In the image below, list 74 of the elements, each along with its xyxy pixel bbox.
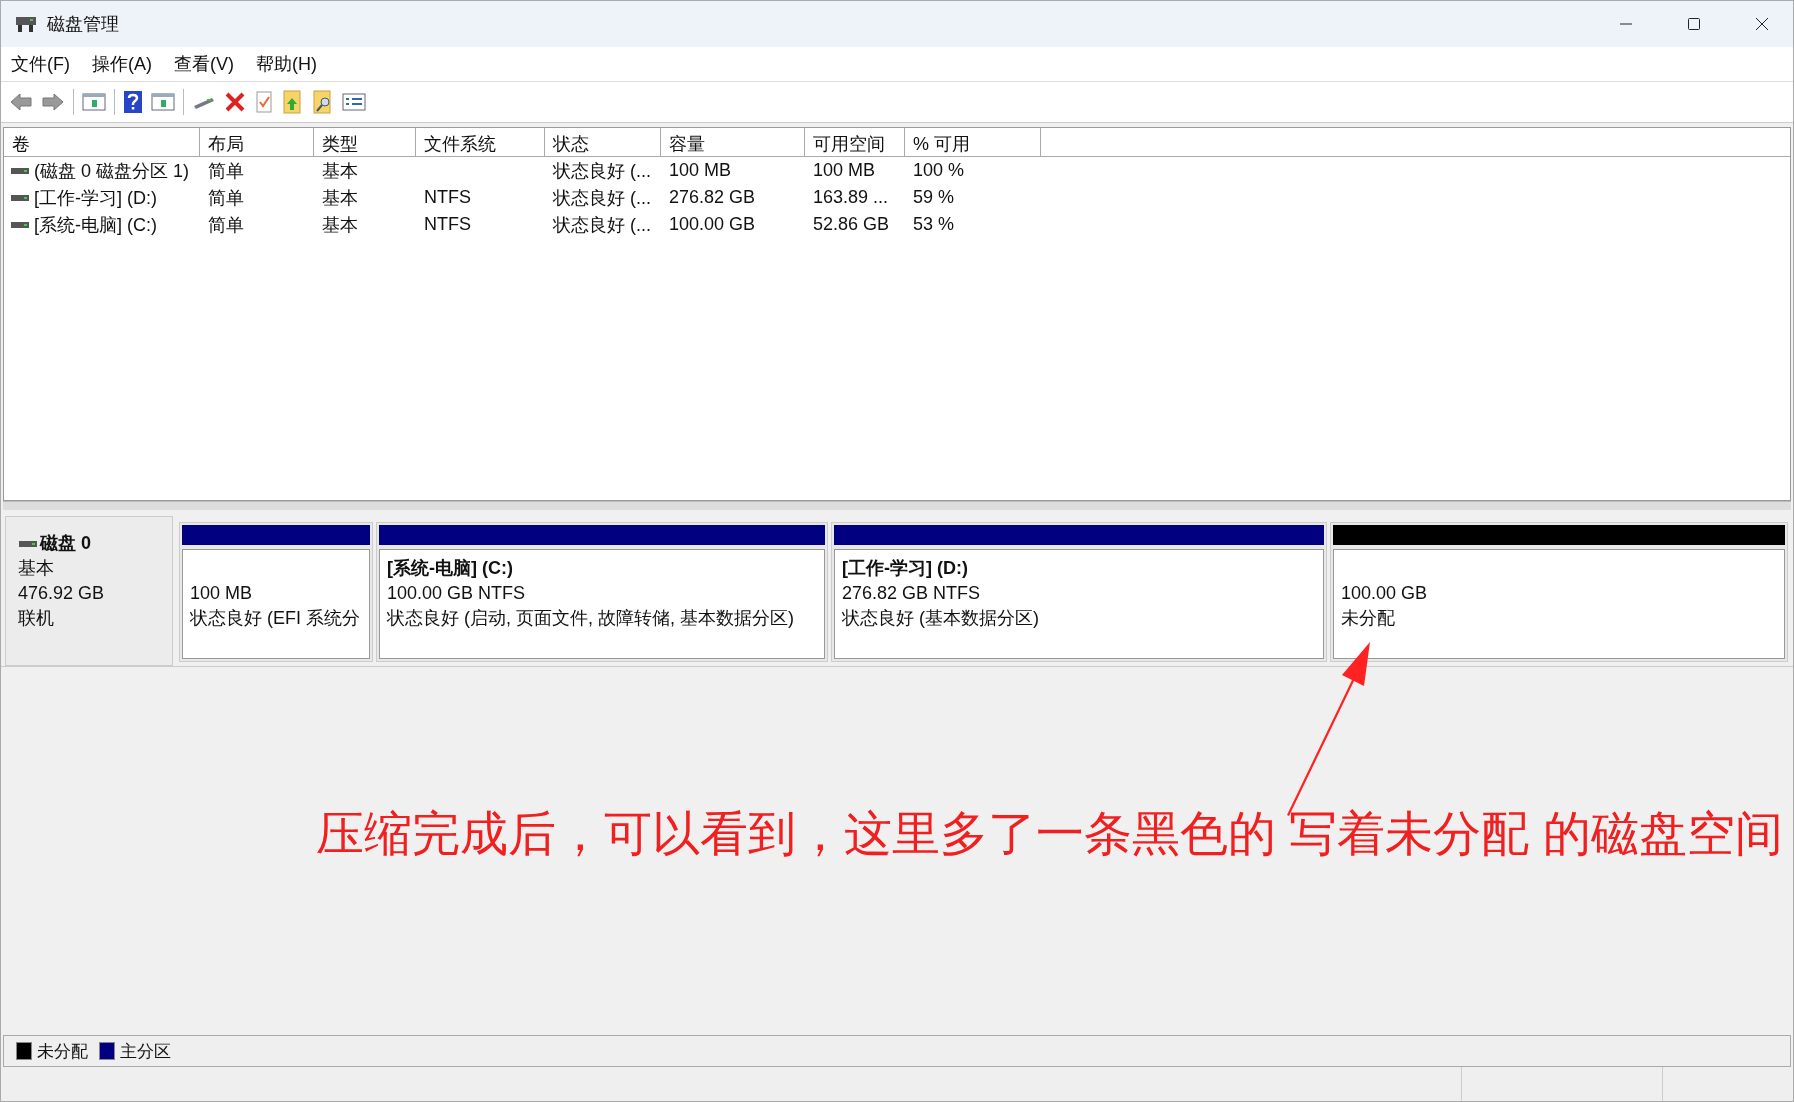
volume-icon	[10, 165, 30, 176]
partition-size: 276.82 GB NTFS	[842, 582, 982, 605]
column-header[interactable]: 容量	[661, 128, 805, 156]
maximize-icon[interactable]	[1687, 17, 1701, 31]
table-cell-text: 简单	[208, 186, 244, 210]
partition-box[interactable]: 100.00 GB 未分配	[1333, 549, 1785, 659]
disk-size: 476.92 GB	[18, 582, 106, 605]
table-cell-text: 基本	[322, 159, 358, 183]
partition-name: [系统-电脑] (C:)	[387, 557, 514, 580]
volume-icon	[10, 192, 30, 203]
disk-status: 联机	[18, 607, 55, 630]
table-cell: 100 MB	[669, 160, 732, 181]
folder-up-icon[interactable]	[282, 90, 304, 114]
column-header[interactable]: 布局	[200, 128, 314, 156]
partition-size: 100.00 GB	[1341, 582, 1429, 605]
disk-type: 基本	[18, 557, 55, 580]
table-cell-text: 基本	[322, 186, 358, 210]
partition-status: 状态良好 (基本数据分区)	[842, 607, 1040, 630]
table-cell: 59 %	[913, 187, 955, 208]
table-cell: 276.82 GB	[669, 187, 756, 208]
partition-status: 状态良好 (启动, 页面文件, 故障转储, 基本数据分区)	[387, 607, 795, 630]
table-cell: NTFS	[424, 187, 471, 208]
partition-status: 状态良好 (EFI 系统分	[190, 607, 361, 630]
table-cell-text: 状态良好 (...	[553, 186, 651, 210]
table-cell[interactable]: [工作-学习] (D:)	[34, 185, 157, 210]
table-cell: 53 %	[913, 214, 955, 235]
annotation-text: 压缩完成后，可以看到，这里多了一条黑色的 写着未分配 的磁盘空间	[316, 806, 1783, 862]
partition-box[interactable]: [工作-学习] (D:) 276.82 GB NTFS 状态良好 (基本数据分区)	[834, 549, 1324, 659]
menu-item[interactable]: 操作(A)	[92, 52, 152, 76]
document-check-icon[interactable]	[254, 91, 274, 113]
forward-arrow-icon[interactable]	[41, 92, 65, 112]
panel-icon[interactable]	[151, 92, 175, 112]
disk-name: 磁盘 0	[40, 532, 91, 555]
disk-management-icon	[15, 15, 37, 33]
column-header[interactable]: 类型	[314, 128, 416, 156]
partition-status: 未分配	[1341, 607, 1396, 630]
panel-icon[interactable]	[82, 92, 106, 112]
table-cell: 100.00 GB	[669, 214, 756, 235]
folder-search-icon[interactable]	[312, 90, 334, 114]
table-cell: NTFS	[424, 214, 471, 235]
table-cell: 163.89 ...	[813, 187, 889, 208]
menu-item[interactable]: 帮助(H)	[256, 52, 317, 76]
table-cell-text: 简单	[208, 213, 244, 237]
partition-size: 100.00 GB NTFS	[387, 582, 527, 605]
volume-icon	[10, 219, 30, 230]
table-cell-text: 基本	[322, 213, 358, 237]
table-cell-text: 状态良好 (...	[553, 213, 651, 237]
window-title: 磁盘管理	[47, 13, 119, 36]
column-header[interactable]: % 可用	[905, 128, 1041, 156]
partition-name: [工作-学习] (D:)	[842, 557, 969, 580]
table-cell[interactable]: (磁盘 0 磁盘分区 1)	[34, 158, 189, 183]
table-cell: 100 MB	[813, 160, 876, 181]
help-icon[interactable]	[123, 90, 143, 114]
column-header[interactable]: 卷	[4, 128, 200, 156]
partition-size: 100 MB	[190, 582, 254, 605]
partition-box[interactable]: 100 MB 状态良好 (EFI 系统分	[182, 549, 370, 659]
table-cell: 100 %	[913, 160, 965, 181]
column-header[interactable]: 状态	[545, 128, 661, 156]
legend-label: 未分配	[37, 1040, 88, 1063]
close-icon[interactable]	[1755, 17, 1769, 31]
column-header[interactable]: 可用空间	[805, 128, 905, 156]
table-cell-text: 状态良好 (...	[553, 159, 651, 183]
menu-item[interactable]: 查看(V)	[174, 52, 234, 76]
table-cell-text: 简单	[208, 159, 244, 183]
column-header[interactable]: 文件系统	[416, 128, 545, 156]
partition-box[interactable]: [系统-电脑] (C:) 100.00 GB NTFS 状态良好 (启动, 页面文件, 故障转储, 基本数据分区)	[379, 549, 825, 659]
legend-label: 主分区	[120, 1040, 171, 1063]
disk-info-panel[interactable]: 磁盘 0 基本 476.92 GB 联机	[5, 516, 173, 666]
checklist-icon[interactable]	[342, 92, 366, 112]
delete-icon[interactable]	[224, 91, 246, 113]
table-cell: 52.86 GB	[813, 214, 890, 235]
menu-item[interactable]: 文件(F)	[11, 52, 70, 76]
back-arrow-icon[interactable]	[9, 92, 33, 112]
table-cell[interactable]: [系统-电脑] (C:)	[34, 212, 157, 237]
